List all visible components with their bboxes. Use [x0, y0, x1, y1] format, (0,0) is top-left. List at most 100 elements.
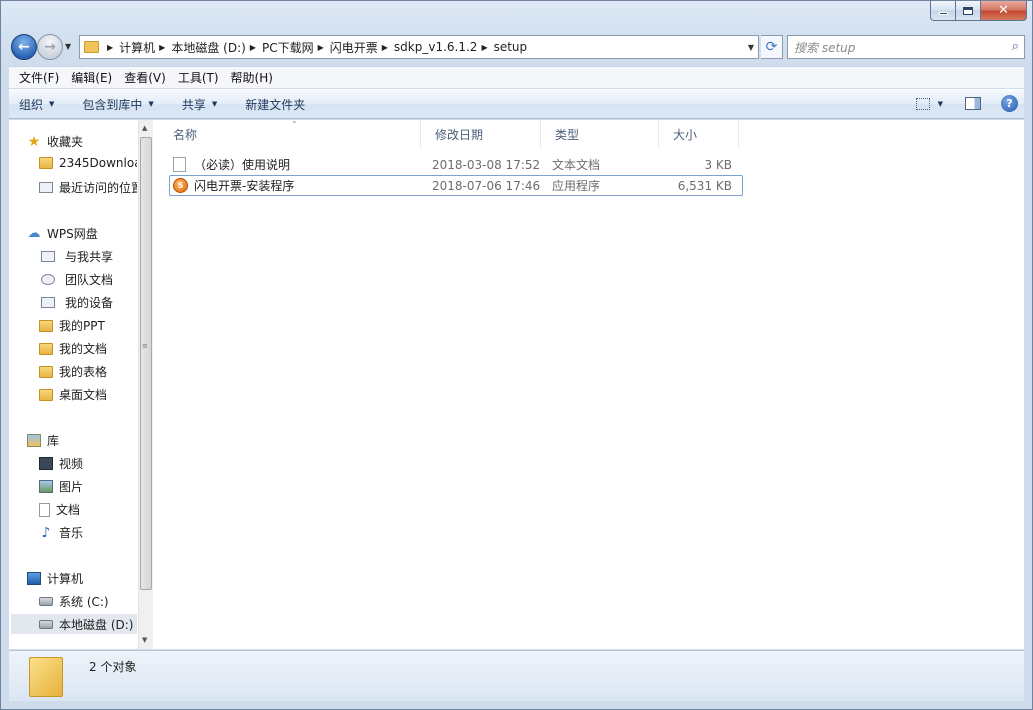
column-modified-label: 修改日期 — [435, 127, 484, 142]
system-drive-icon — [39, 597, 53, 606]
column-size[interactable]: 大小 — [659, 120, 739, 148]
chevron-right-icon[interactable]: ▶ — [382, 43, 388, 52]
navigation-scrollbar[interactable]: ▲ ≡ ▼ — [138, 120, 153, 649]
nav-item-drive-c[interactable]: 系统 (C:) — [39, 593, 137, 610]
menu-help[interactable]: 帮助(H) — [225, 69, 279, 86]
nav-item-recent-places[interactable]: 最近访问的位置 — [39, 179, 137, 196]
nav-item-label: 2345Download — [59, 156, 137, 170]
breadcrumb-version[interactable]: sdkp_v1.6.1.2 — [394, 40, 478, 54]
nav-item-my-devices[interactable]: 我的设备 — [39, 294, 137, 311]
team-icon — [41, 274, 55, 285]
nav-item-drive-d[interactable]: 本地磁盘 (D:) — [11, 614, 137, 634]
include-in-library-button[interactable]: 包含到库中 ▼ — [82, 96, 153, 113]
nav-item-desktop-docs[interactable]: 桌面文档 — [39, 386, 137, 403]
address-bar[interactable]: ▶ 计算机 ▶ 本地磁盘 (D:) ▶ PC下载网 ▶ 闪电开票 ▶ sdkp_… — [79, 35, 759, 59]
organize-button[interactable]: 组织 ▼ — [19, 96, 54, 113]
nav-wps-cloud[interactable]: ☁ WPS网盘 — [27, 225, 98, 242]
nav-computer[interactable]: 计算机 — [27, 570, 83, 587]
file-row[interactable]: S 闪电开票-安装程序 2018-07-06 17:46 应用程序 6,531 K… — [169, 175, 743, 196]
close-button[interactable]: ✕ — [981, 1, 1027, 21]
breadcrumb-sdkp[interactable]: 闪电开票 — [330, 39, 378, 56]
chevron-right-icon[interactable]: ▶ — [481, 43, 487, 52]
menu-edit[interactable]: 编辑(E) — [65, 69, 118, 86]
nav-item-label: 团队文档 — [65, 273, 114, 287]
refresh-icon: ⟳ — [765, 39, 778, 55]
nav-library-label: 库 — [47, 434, 60, 448]
nav-item-my-documents[interactable]: 我的文档 — [39, 340, 137, 357]
view-options-dropdown[interactable]: ▼ — [938, 100, 943, 108]
view-details-icon[interactable] — [915, 97, 930, 110]
nav-item-2345download[interactable]: 2345Download — [39, 156, 137, 170]
breadcrumb-label: 闪电开票 — [329, 40, 378, 55]
file-row[interactable]: （必读）使用说明 2018-03-08 17:52 文本文档 3 KB — [169, 154, 743, 175]
nav-computer-label: 计算机 — [47, 572, 84, 586]
maximize-button[interactable] — [956, 1, 981, 21]
file-size: 3 KB — [704, 157, 732, 172]
file-type: 应用程序 — [552, 179, 601, 193]
nav-item-pictures[interactable]: 图片 — [39, 478, 137, 495]
file-name-cell: S 闪电开票-安装程序 — [170, 177, 432, 194]
breadcrumb-setup[interactable]: setup — [494, 40, 528, 54]
caret-down-icon: ▼ — [148, 100, 154, 108]
chevron-right-icon[interactable]: ▶ — [318, 43, 324, 52]
nav-item-label: 图片 — [59, 480, 84, 494]
nav-favorites-label: 收藏夹 — [47, 135, 84, 149]
menu-file[interactable]: 文件(F) — [13, 69, 65, 86]
breadcrumb-computer[interactable]: 计算机 — [119, 39, 155, 56]
scroll-down-icon[interactable]: ▼ — [142, 636, 147, 644]
column-name[interactable]: 名称 — [159, 120, 421, 148]
share-button[interactable]: 共享 ▼ — [182, 96, 217, 113]
nav-favorites[interactable]: ★ 收藏夹 — [27, 133, 83, 150]
help-icon[interactable]: ? — [1001, 95, 1018, 112]
nav-item-music[interactable]: ♪ 音乐 — [39, 524, 137, 541]
caret-down-icon: ▼ — [211, 100, 218, 108]
column-modified[interactable]: 修改日期 — [421, 120, 541, 148]
nav-item-shared-with-me[interactable]: 与我共享 — [39, 248, 137, 265]
chevron-right-icon[interactable]: ▶ — [159, 43, 165, 52]
nav-item-label: 视频 — [59, 457, 84, 471]
nav-item-videos[interactable]: 视频 — [39, 455, 137, 472]
forward-button[interactable]: → — [37, 34, 63, 60]
breadcrumb-label: 本地磁盘 (D:) — [171, 40, 246, 55]
chevron-right-icon[interactable]: ▶ — [250, 43, 256, 52]
text-file-icon — [173, 157, 186, 172]
nav-library[interactable]: 库 — [27, 432, 59, 449]
search-icon[interactable]: ⌕ — [1012, 39, 1019, 54]
caret-down-icon: ▼ — [49, 100, 55, 108]
column-type[interactable]: 类型 — [541, 120, 659, 148]
nav-wps-label: WPS网盘 — [47, 227, 98, 241]
chevron-right-icon[interactable]: ▶ — [107, 43, 113, 52]
column-size-label: 大小 — [673, 127, 698, 142]
menu-view[interactable]: 查看(V) — [118, 69, 172, 86]
search-input[interactable]: 搜索 setup ⌕ — [787, 35, 1025, 59]
star-icon: ★ — [27, 133, 41, 150]
file-size: 6,531 KB — [677, 178, 732, 193]
new-folder-button[interactable]: 新建文件夹 — [245, 96, 305, 113]
nav-item-label: 桌面文档 — [59, 388, 108, 402]
nav-item-my-spreadsheets[interactable]: 我的表格 — [39, 363, 137, 380]
menu-tools[interactable]: 工具(T) — [172, 69, 225, 86]
scrollbar-thumb[interactable] — [140, 137, 152, 590]
nav-item-my-ppt[interactable]: 我的PPT — [39, 317, 137, 334]
nav-item-team-docs[interactable]: 团队文档 — [39, 271, 137, 288]
drive-icon — [39, 619, 53, 629]
recent-pages-dropdown[interactable]: ▼ — [65, 42, 71, 51]
search-placeholder: 搜索 setup — [794, 40, 856, 55]
refresh-button[interactable]: ⟳ — [761, 35, 783, 59]
command-bar: 组织 ▼ 包含到库中 ▼ 共享 ▼ 新建文件夹 ▼ ? — [9, 89, 1024, 119]
breadcrumb-pc-download[interactable]: PC下载网 — [262, 39, 314, 56]
preview-pane-icon[interactable] — [965, 97, 981, 110]
nav-item-documents[interactable]: 文档 — [39, 501, 137, 518]
back-button[interactable]: ← — [11, 34, 37, 60]
computer-icon — [27, 572, 41, 585]
share-label: 共享 — [181, 97, 206, 112]
address-dropdown-button[interactable]: ▼ — [748, 43, 754, 52]
breadcrumb-drive-d[interactable]: 本地磁盘 (D:) — [171, 39, 245, 56]
minimize-button[interactable] — [930, 1, 956, 21]
scroll-up-icon[interactable]: ▲ — [142, 124, 147, 132]
nav-item-label: 与我共享 — [65, 250, 114, 264]
nav-item-label: 音乐 — [59, 526, 84, 540]
nav-item-label: 我的设备 — [65, 296, 114, 310]
nav-item-label: 最近访问的位置 — [59, 181, 137, 195]
folder-icon — [39, 342, 53, 355]
